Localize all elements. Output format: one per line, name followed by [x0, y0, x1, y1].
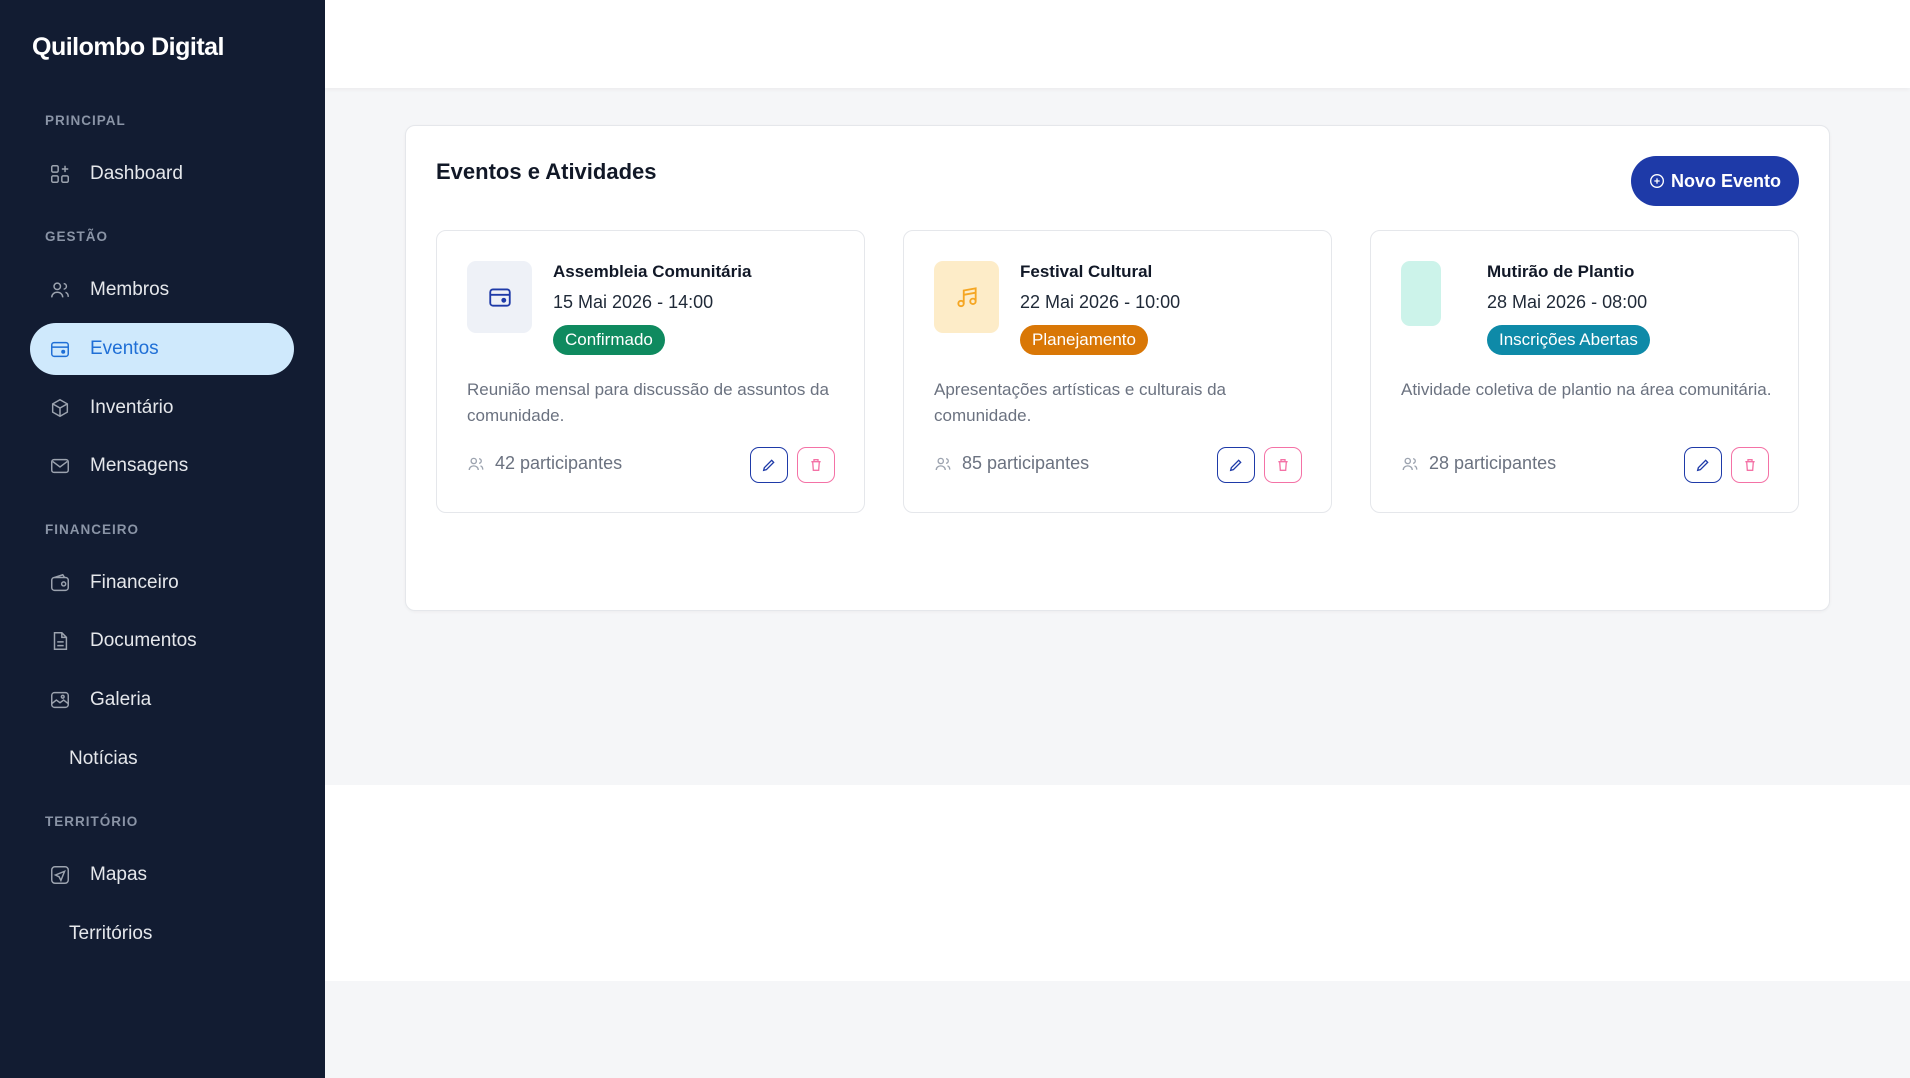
participants-count: 85 participantes: [934, 453, 1089, 474]
delete-button[interactable]: [797, 447, 835, 483]
sidebar-item-mapas[interactable]: Mapas: [30, 849, 294, 901]
pencil-icon: [1695, 457, 1711, 473]
event-title: Festival Cultural: [1020, 262, 1153, 281]
event-thumbnail: [1401, 261, 1441, 326]
section-label-gestao: GESTÃO: [45, 229, 109, 244]
sidebar-item-label: Dashboard: [90, 163, 183, 184]
event-title: Mutirão de Plantio: [1487, 262, 1635, 281]
sidebar-item-galeria[interactable]: Galeria: [30, 674, 294, 726]
event-date: 15 Mai 2026 - 14:00: [553, 292, 714, 312]
sidebar-item-eventos[interactable]: Eventos: [30, 323, 294, 375]
dashboard-icon: [48, 162, 72, 186]
sidebar-item-label: Territórios: [69, 923, 153, 944]
event-description: Atividade coletiva de plantio na área co…: [1401, 380, 1772, 399]
status-badge: Confirmado: [553, 325, 665, 355]
section-label-financeiro: FINANCEIRO: [45, 522, 139, 537]
map-icon: [48, 863, 72, 887]
mail-icon: [48, 454, 72, 478]
top-bar: [325, 0, 1910, 88]
music-icon: [954, 284, 980, 310]
sidebar-item-label: Documentos: [90, 630, 197, 651]
sidebar-item-membros[interactable]: Membros: [30, 264, 294, 316]
users-icon: [1401, 455, 1419, 473]
event-card[interactable]: Festival Cultural 22 Mai 2026 - 10:00 Pl…: [903, 230, 1332, 513]
delete-button[interactable]: [1731, 447, 1769, 483]
status-badge: Planejamento: [1020, 325, 1148, 355]
calendar-icon: [487, 284, 513, 310]
sidebar-item-financeiro[interactable]: Financeiro: [30, 557, 294, 609]
trash-icon: [1742, 457, 1758, 473]
edit-button[interactable]: [750, 447, 788, 483]
participants-count: 42 participantes: [467, 453, 622, 474]
trash-icon: [808, 457, 824, 473]
page-title: Eventos e Atividades: [436, 159, 657, 184]
participants-count: 28 participantes: [1401, 453, 1556, 474]
event-description: Apresentações artísticas e culturais da …: [934, 380, 1226, 425]
sidebar-item-label: Mensagens: [90, 455, 189, 476]
sidebar-item-documentos[interactable]: Documentos: [30, 615, 294, 667]
sidebar-item-inventario[interactable]: Inventário: [30, 382, 294, 434]
event-thumbnail: [467, 261, 532, 333]
brand-logo[interactable]: Quilombo Digital: [32, 33, 225, 62]
status-badge: Inscrições Abertas: [1487, 325, 1650, 355]
sidebar-item-mensagens[interactable]: Mensagens: [30, 440, 294, 492]
event-card[interactable]: Assembleia Comunitária 15 Mai 2026 - 14:…: [436, 230, 865, 513]
new-event-button[interactable]: Novo Evento: [1631, 156, 1799, 206]
participants-label: 42 participantes: [495, 453, 623, 473]
event-date: 22 Mai 2026 - 10:00: [1020, 292, 1181, 312]
sidebar-item-noticias[interactable]: Notícias: [30, 733, 294, 785]
participants-label: 28 participantes: [1429, 453, 1557, 473]
sidebar-item-label: Inventário: [90, 397, 174, 418]
section-label-principal: PRINCIPAL: [45, 113, 126, 128]
pencil-icon: [761, 457, 777, 473]
sidebar: Quilombo Digital PRINCIPAL Dashboard GES…: [0, 0, 325, 1078]
sidebar-item-dashboard[interactable]: Dashboard: [30, 148, 294, 200]
users-icon: [48, 278, 72, 302]
image-icon: [48, 688, 72, 712]
event-thumbnail: [934, 261, 999, 333]
sidebar-item-territorios[interactable]: Territórios: [30, 908, 294, 960]
edit-button[interactable]: [1684, 447, 1722, 483]
footer-area: [325, 785, 1910, 981]
edit-button[interactable]: [1217, 447, 1255, 483]
delete-button[interactable]: [1264, 447, 1302, 483]
event-card[interactable]: Mutirão de Plantio 28 Mai 2026 - 08:00 I…: [1370, 230, 1799, 513]
section-label-territorio: TERRITÓRIO: [45, 814, 139, 829]
event-description: Reunião mensal para discussão de assunto…: [467, 380, 829, 425]
sidebar-item-label: Membros: [90, 279, 170, 300]
sidebar-item-label: Eventos: [90, 338, 159, 359]
event-date: 28 Mai 2026 - 08:00: [1487, 292, 1648, 312]
users-icon: [934, 455, 952, 473]
plus-circle-icon: [1649, 173, 1665, 189]
calendar-icon: [48, 337, 72, 361]
sidebar-item-label: Notícias: [69, 748, 138, 769]
sidebar-item-label: Financeiro: [90, 572, 179, 593]
event-title: Assembleia Comunitária: [553, 262, 752, 281]
sidebar-item-label: Mapas: [90, 864, 148, 885]
users-icon: [467, 455, 485, 473]
box-icon: [48, 396, 72, 420]
pencil-icon: [1228, 457, 1244, 473]
participants-label: 85 participantes: [962, 453, 1090, 473]
wallet-icon: [48, 571, 72, 595]
trash-icon: [1275, 457, 1291, 473]
document-icon: [48, 629, 72, 653]
new-event-label: Novo Evento: [1670, 170, 1781, 191]
sidebar-item-label: Galeria: [90, 689, 152, 710]
events-panel: Eventos e Atividades Novo Evento Assembl…: [405, 125, 1830, 611]
